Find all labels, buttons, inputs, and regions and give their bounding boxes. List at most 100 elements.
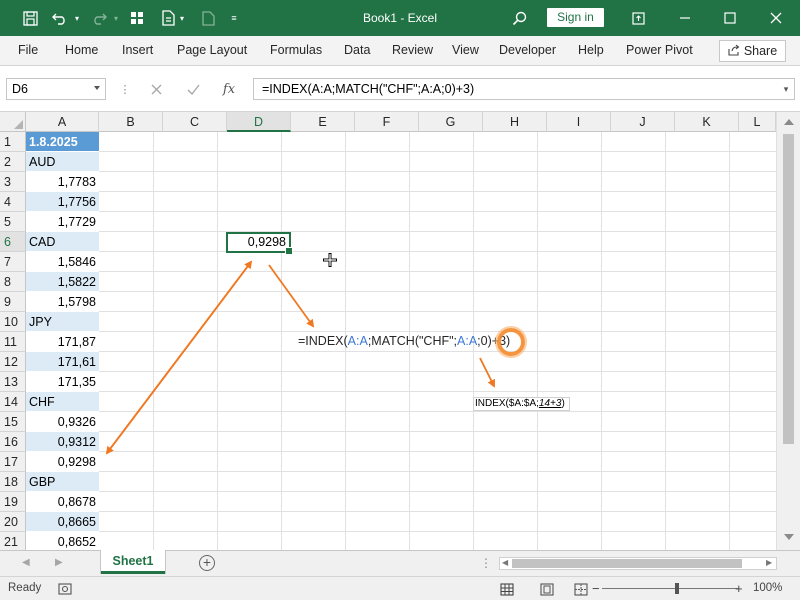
cell-a5[interactable]: 1,7729 [26, 212, 99, 232]
row-header-5[interactable]: 5 [0, 212, 26, 232]
column-header-f[interactable]: F [355, 112, 419, 132]
cell-a3[interactable]: 1,7783 [26, 172, 99, 192]
formula-input[interactable]: =INDEX(A:A;MATCH("CHF";A:A;0)+3) [253, 78, 795, 100]
row-header-14[interactable]: 14 [0, 392, 26, 412]
expand-formula-bar-icon[interactable]: ▾ [776, 78, 796, 100]
cell-a12[interactable]: 171,61 [26, 352, 99, 372]
row-header-6[interactable]: 6 [0, 232, 26, 252]
new-doc-icon[interactable] [157, 0, 179, 36]
tab-split-icon[interactable]: ⋮ [480, 556, 492, 570]
row-header-21[interactable]: 21 [0, 532, 26, 550]
cell-a1[interactable]: 1.8.2025 [26, 132, 99, 152]
cell-a16[interactable]: 0,9312 [26, 432, 99, 452]
close-icon[interactable] [766, 0, 786, 36]
redo-dropdown-icon[interactable]: ▾ [110, 0, 122, 36]
row-header-9[interactable]: 9 [0, 292, 26, 312]
sign-in-button[interactable]: Sign in [547, 8, 604, 27]
insert-function-icon[interactable]: fx [218, 78, 240, 100]
minimize-icon[interactable] [675, 0, 695, 36]
column-header-l[interactable]: L [739, 112, 776, 132]
column-header-a[interactable]: A [26, 112, 99, 132]
column-header-e[interactable]: E [291, 112, 355, 132]
row-header-3[interactable]: 3 [0, 172, 26, 192]
next-sheet-icon[interactable]: ▶ [55, 557, 63, 568]
scroll-down-icon[interactable] [784, 534, 794, 540]
ribbon-display-icon[interactable] [628, 0, 648, 36]
page-layout-view-icon[interactable] [540, 582, 554, 596]
cell-a20[interactable]: 0,8665 [26, 512, 99, 532]
active-cell-d6[interactable]: 0,9298 [226, 232, 293, 255]
tab-developer[interactable]: Developer [499, 36, 556, 66]
column-header-h[interactable]: H [483, 112, 547, 132]
row-header-11[interactable]: 11 [0, 332, 26, 352]
row-header-16[interactable]: 16 [0, 432, 26, 452]
column-header-i[interactable]: I [547, 112, 611, 132]
row-header-1[interactable]: 1 [0, 132, 26, 152]
scroll-up-icon[interactable] [784, 119, 794, 125]
share-button[interactable]: Share [719, 40, 786, 62]
redo-icon[interactable] [88, 0, 110, 36]
row-header-7[interactable]: 7 [0, 252, 26, 272]
sheet-tab-sheet1[interactable]: Sheet1 [101, 550, 165, 574]
tab-data[interactable]: Data [344, 36, 370, 66]
cell-a21[interactable]: 0,8652 [26, 532, 99, 550]
column-header-b[interactable]: B [99, 112, 163, 132]
cell-a19[interactable]: 0,8678 [26, 492, 99, 512]
new-doc-dropdown-icon[interactable]: ▾ [177, 0, 187, 36]
cell-a6[interactable]: CAD [26, 232, 99, 252]
zoom-level[interactable]: 100% [753, 577, 782, 600]
horizontal-scroll-thumb[interactable] [512, 559, 742, 568]
column-header-k[interactable]: K [675, 112, 739, 132]
doc-icon[interactable] [198, 0, 218, 36]
customize-icon[interactable]: ≡ [227, 0, 241, 36]
row-header-2[interactable]: 2 [0, 152, 26, 172]
cell-a11[interactable]: 171,87 [26, 332, 99, 352]
maximize-icon[interactable] [720, 0, 740, 36]
cell-a9[interactable]: 1,5798 [26, 292, 99, 312]
zoom-in-icon[interactable]: + [735, 577, 743, 600]
layout-icon[interactable] [127, 0, 147, 36]
cell-a18[interactable]: GBP [26, 472, 99, 492]
macro-record-icon[interactable] [58, 582, 73, 596]
cell-a13[interactable]: 171,35 [26, 372, 99, 392]
cell-a14[interactable]: CHF [26, 392, 99, 412]
column-header-g[interactable]: G [419, 112, 483, 132]
row-header-17[interactable]: 17 [0, 452, 26, 472]
name-box[interactable]: D6 [6, 78, 106, 100]
cell-a15[interactable]: 0,9326 [26, 412, 99, 432]
scroll-right-icon[interactable]: ▶ [766, 558, 772, 567]
tab-formulas[interactable]: Formulas [270, 36, 322, 66]
column-header-c[interactable]: C [163, 112, 227, 132]
zoom-out-icon[interactable]: − [592, 577, 600, 600]
chevron-down-icon[interactable] [94, 86, 100, 90]
prev-sheet-icon[interactable]: ◀ [22, 557, 30, 568]
tab-file[interactable]: File [18, 36, 38, 66]
cell-a7[interactable]: 1,5846 [26, 252, 99, 272]
row-header-4[interactable]: 4 [0, 192, 26, 212]
scroll-left-icon[interactable]: ◀ [502, 558, 508, 567]
page-break-view-icon[interactable] [574, 582, 588, 596]
select-all-button[interactable] [0, 112, 26, 132]
undo-dropdown-icon[interactable]: ▾ [70, 0, 84, 36]
horizontal-scrollbar[interactable] [499, 557, 777, 570]
cell-a2[interactable]: AUD [26, 152, 99, 172]
add-sheet-icon[interactable]: + [199, 555, 215, 571]
row-header-15[interactable]: 15 [0, 412, 26, 432]
vertical-scrollbar[interactable] [776, 112, 800, 550]
normal-view-icon[interactable] [500, 582, 514, 596]
tab-page-layout[interactable]: Page Layout [177, 36, 247, 66]
cell-a17[interactable]: 0,9298 [26, 452, 99, 472]
zoom-slider[interactable] [602, 588, 738, 589]
row-header-12[interactable]: 12 [0, 352, 26, 372]
cell-a8[interactable]: 1,5822 [26, 272, 99, 292]
cell-a10[interactable]: JPY [26, 312, 99, 332]
tab-review[interactable]: Review [392, 36, 433, 66]
tab-home[interactable]: Home [65, 36, 98, 66]
row-header-8[interactable]: 8 [0, 272, 26, 292]
row-header-20[interactable]: 20 [0, 512, 26, 532]
column-header-d[interactable]: D [227, 112, 291, 132]
column-header-j[interactable]: J [611, 112, 675, 132]
formula-bar-grip-icon[interactable]: ⋮ [118, 78, 132, 100]
search-icon[interactable] [509, 0, 529, 36]
row-header-19[interactable]: 19 [0, 492, 26, 512]
